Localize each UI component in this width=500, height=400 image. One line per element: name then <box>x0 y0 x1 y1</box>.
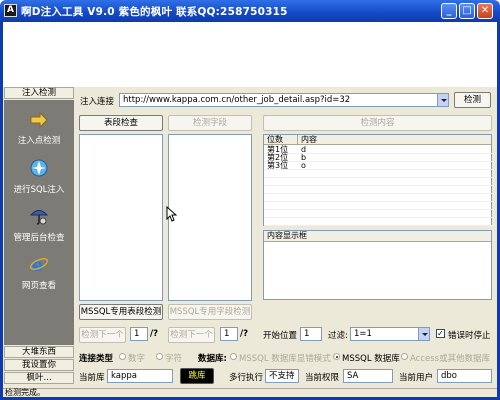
nav-header-settings[interactable]: 我设置你 <box>4 359 74 371</box>
status-text: 检测完成。 <box>5 388 45 397</box>
nav-item-injection-detect[interactable]: 注入点检测 <box>4 134 74 146</box>
field-list[interactable] <box>166 134 252 301</box>
current-db-field[interactable]: kappa <box>107 369 173 383</box>
table-row-empty <box>264 186 496 194</box>
table-list[interactable] <box>79 134 163 301</box>
nav-header-maple[interactable]: 枫叶... <box>4 372 74 384</box>
admin-check-icon[interactable] <box>29 206 49 226</box>
content-display-header: 内容显示框 <box>264 231 491 242</box>
table-row-empty <box>264 178 496 186</box>
sql-injection-icon[interactable] <box>29 158 49 178</box>
start-position-label: 开始位置 <box>263 331 298 341</box>
column-header-position[interactable]: 位数 <box>267 136 283 144</box>
current-user-field[interactable]: dbo <box>437 369 492 383</box>
detect-button[interactable]: 检测 <box>454 92 491 108</box>
minimize-icon: _ <box>446 5 452 16</box>
table-row[interactable]: 第3位 o <box>264 162 496 170</box>
content-display-box[interactable]: 内容显示框 <box>263 230 492 300</box>
radio-access-label: Access或其他数据库 <box>410 354 491 364</box>
close-button[interactable]: ✕ <box>477 3 493 19</box>
nav-item-web-view[interactable]: 网页查看 <box>4 279 74 291</box>
current-permission-field[interactable]: SA <box>343 369 393 383</box>
current-permission-label: 当前权限 <box>305 373 340 383</box>
table-page-input[interactable]: 1 <box>130 327 148 341</box>
connection-type-label: 连接类型 <box>79 354 114 364</box>
table-check-button[interactable]: 表段检查 <box>79 115 163 131</box>
table-row-empty <box>264 202 496 210</box>
content-display-label: 内容显示框 <box>267 231 307 240</box>
jump-db-button[interactable]: 跳库 <box>180 368 214 384</box>
app-icon: A <box>4 4 17 17</box>
cursor-icon <box>166 206 177 222</box>
field-check-button[interactable]: 检测字段 <box>168 115 252 131</box>
nav-item-sql-injection[interactable]: 进行SQL注入 <box>4 183 74 195</box>
row-content: o <box>301 161 306 170</box>
window-title: 啊D注入工具 V9.0 紫色的枫叶 联系QQ:258750315 <box>21 6 288 18</box>
detect-next-table-button[interactable]: 检测下一个 <box>79 327 126 343</box>
row-position: 第3位 <box>267 161 289 170</box>
radio-string-label: 字符 <box>165 354 183 364</box>
table-row[interactable]: 第1位 d <box>264 146 496 154</box>
filter-label: 过滤: <box>328 331 348 341</box>
table-row-empty <box>264 218 496 226</box>
ie-browser-icon[interactable]: e <box>29 254 49 276</box>
radio-string[interactable] <box>156 353 163 360</box>
multi-exec-label: 多行执行 <box>229 373 264 383</box>
database-label: 数据库: <box>198 354 227 364</box>
radio-numeric-label: 数字 <box>128 354 146 364</box>
svg-text:e: e <box>32 255 43 274</box>
radio-numeric[interactable] <box>119 353 126 360</box>
minimize-button[interactable]: _ <box>441 3 457 19</box>
url-value: http://www.kappa.com.cn/other_job_detail… <box>123 95 351 105</box>
table-row-empty <box>264 170 496 178</box>
radio-mssql[interactable] <box>333 353 340 360</box>
nav-header-misc[interactable]: 大堆东西 <box>4 346 74 358</box>
mssql-field-check-button[interactable]: MSSQL专用字段检测 <box>168 304 252 320</box>
start-position-input[interactable]: 1 <box>300 327 322 341</box>
filter-value: 1=1 <box>354 329 372 339</box>
mssql-table-check-button[interactable]: MSSQL专用表段检测 <box>79 304 163 320</box>
multi-exec-field[interactable]: 不支持 <box>265 369 299 383</box>
filter-select[interactable]: 1=1 <box>350 327 430 341</box>
detect-next-field-button[interactable]: 检测下一个 <box>168 327 215 343</box>
table-row-empty <box>264 210 496 218</box>
nav-header-injection[interactable]: 注入检测 <box>4 87 74 99</box>
chevron-down-icon[interactable] <box>418 328 429 340</box>
arrow-icon[interactable] <box>29 110 49 130</box>
column-header-content[interactable]: 内容 <box>301 136 317 144</box>
table-row[interactable]: 第2位 b <box>264 154 496 162</box>
maximize-icon: □ <box>462 5 472 16</box>
nav-panel: 注入点检测 进行SQL注入 管理后台检查 e 网页查看 <box>4 100 74 345</box>
table-row-empty <box>264 194 496 202</box>
content-check-button[interactable]: 检测内容 <box>263 115 492 131</box>
nav-item-admin-check[interactable]: 管理后台检查 <box>4 231 74 243</box>
left-nav: 注入检测 注入点检测 进行SQL注入 管理后台检查 e 网页查看 大堆东西 我设… <box>3 87 75 388</box>
current-user-label: 当前用户 <box>399 373 434 383</box>
table-page-total: /? <box>150 329 159 339</box>
radio-mssql-error-label: MSSQL 数据库显错模式 <box>239 354 331 364</box>
field-page-input[interactable]: 1 <box>220 327 238 341</box>
current-db-label: 当前库 <box>79 373 105 383</box>
maximize-button[interactable]: □ <box>459 3 475 19</box>
url-label: 注入连接 <box>80 97 115 107</box>
status-bar: 检测完成。 <box>3 388 497 397</box>
close-icon: ✕ <box>480 5 490 16</box>
radio-mssql-error[interactable] <box>230 353 237 360</box>
error-stop-checkbox[interactable]: ✓ <box>436 329 445 338</box>
radio-mssql-label: MSSQL 数据库 <box>342 354 400 364</box>
table-header: 位数 内容 <box>264 135 491 145</box>
radio-access[interactable] <box>401 353 408 360</box>
chevron-down-icon[interactable] <box>437 94 448 106</box>
result-table[interactable]: 位数 内容 第1位 d 第2位 b 第3位 o <box>263 134 496 226</box>
error-stop-label: 错误时停止 <box>448 331 491 341</box>
url-input[interactable]: http://www.kappa.com.cn/other_job_detail… <box>119 93 449 107</box>
field-page-total: /? <box>240 329 249 339</box>
